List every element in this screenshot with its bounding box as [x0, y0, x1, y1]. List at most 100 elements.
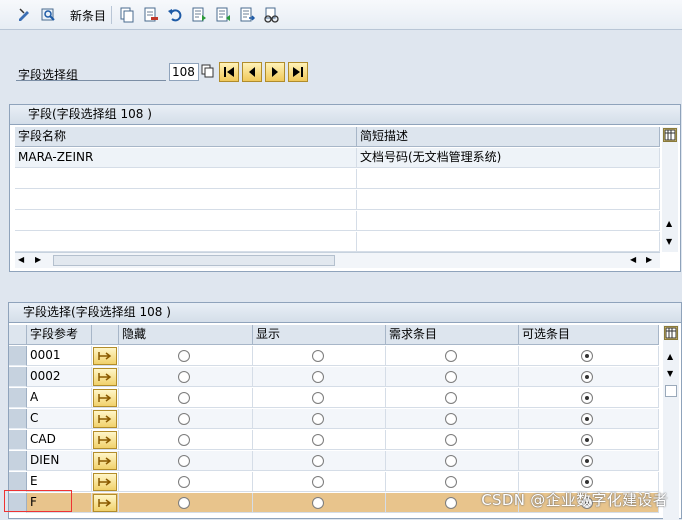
- col-header-display[interactable]: 显示: [253, 325, 386, 345]
- radio-selected[interactable]: [581, 455, 593, 467]
- col-header-short-desc[interactable]: 简短描述: [357, 127, 660, 147]
- previous-page-button[interactable]: [242, 62, 262, 82]
- field-ref-cell[interactable]: A: [27, 388, 92, 408]
- field-ref-detail-button[interactable]: [93, 389, 117, 407]
- radio-unselected[interactable]: [311, 497, 324, 509]
- row-selector[interactable]: [9, 346, 27, 366]
- field-ref-detail-button[interactable]: [93, 410, 117, 428]
- scroll-thumb[interactable]: [665, 385, 677, 397]
- selection-row[interactable]: DIEN: [9, 451, 659, 472]
- field-ref-cell[interactable]: C: [27, 409, 92, 429]
- col-header-required[interactable]: 需求条目: [386, 325, 519, 345]
- row-selector[interactable]: [9, 430, 27, 450]
- table-settings-icon[interactable]: [664, 326, 678, 340]
- first-page-button[interactable]: [219, 62, 239, 82]
- scroll-left-end-icon[interactable]: ◀: [630, 255, 636, 264]
- radio-unselected[interactable]: [444, 434, 457, 446]
- field-ref-detail-button[interactable]: [93, 452, 117, 470]
- radio-unselected[interactable]: [444, 392, 457, 404]
- radio-selected[interactable]: [581, 413, 593, 425]
- undo-icon[interactable]: [166, 6, 184, 24]
- scroll-thumb[interactable]: [53, 255, 335, 266]
- radio-unselected[interactable]: [311, 392, 324, 404]
- col-header-optional[interactable]: 可选条目: [519, 325, 659, 345]
- col-header-field-name[interactable]: 字段名称: [15, 127, 357, 147]
- radio-unselected[interactable]: [444, 497, 457, 509]
- field-ref-cell[interactable]: 0001: [27, 346, 92, 366]
- display-change-icon[interactable]: [16, 6, 34, 24]
- select-all-cell[interactable]: [9, 325, 27, 345]
- export-icon[interactable]: [238, 6, 256, 24]
- empty-cell[interactable]: [15, 190, 357, 210]
- radio-selected[interactable]: [581, 476, 593, 488]
- field-ref-detail-button[interactable]: [93, 431, 117, 449]
- row-selector[interactable]: [9, 367, 27, 387]
- field-ref-cell[interactable]: E: [27, 472, 92, 492]
- selection-row[interactable]: C: [9, 409, 659, 430]
- radio-selected[interactable]: [581, 392, 593, 404]
- selection-row[interactable]: 0001: [9, 346, 659, 367]
- fields-vertical-scrollbar[interactable]: ▲ ▼: [662, 127, 678, 252]
- fields-horizontal-scrollbar[interactable]: ◀ ▶ ◀ ▶: [15, 252, 660, 268]
- delete-icon[interactable]: [142, 6, 160, 24]
- empty-cell[interactable]: [357, 232, 660, 252]
- col-header-field-ref[interactable]: 字段参考: [27, 325, 92, 345]
- field-desc-cell[interactable]: 文档号码(无文档管理系统): [357, 148, 660, 168]
- col-header-hide[interactable]: 隐藏: [119, 325, 253, 345]
- field-ref-detail-button[interactable]: [93, 473, 117, 491]
- next-entry-icon[interactable]: [214, 6, 232, 24]
- scroll-down-icon[interactable]: ▼: [667, 369, 673, 378]
- radio-selected[interactable]: [581, 434, 593, 446]
- field-ref-cell[interactable]: DIEN: [27, 451, 92, 471]
- radio-unselected[interactable]: [311, 434, 324, 446]
- scroll-right-icon[interactable]: ▶: [35, 255, 41, 264]
- radio-selected[interactable]: [581, 350, 593, 362]
- scroll-down-icon[interactable]: ▼: [666, 237, 672, 246]
- field-ref-detail-button[interactable]: [93, 494, 117, 512]
- radio-unselected[interactable]: [444, 350, 457, 362]
- radio-unselected[interactable]: [311, 371, 324, 383]
- field-ref-detail-button[interactable]: [93, 347, 117, 365]
- empty-cell[interactable]: [357, 190, 660, 210]
- selection-row[interactable]: CAD: [9, 430, 659, 451]
- next-page-button[interactable]: [265, 62, 285, 82]
- radio-unselected[interactable]: [311, 455, 324, 467]
- selection-row[interactable]: 0002: [9, 367, 659, 388]
- last-page-button[interactable]: [288, 62, 308, 82]
- table-settings-icon[interactable]: [663, 128, 677, 142]
- radio-unselected[interactable]: [178, 476, 190, 488]
- row-selector[interactable]: [9, 451, 27, 471]
- field-ref-detail-button[interactable]: [93, 368, 117, 386]
- radio-selected[interactable]: [581, 371, 593, 383]
- radio-unselected[interactable]: [178, 371, 190, 383]
- radio-unselected[interactable]: [178, 350, 190, 362]
- empty-cell[interactable]: [15, 211, 357, 231]
- find-icon[interactable]: [40, 6, 58, 24]
- radio-unselected[interactable]: [178, 497, 190, 509]
- radio-unselected[interactable]: [311, 350, 324, 362]
- row-selector[interactable]: [9, 388, 27, 408]
- field-ref-cell[interactable]: CAD: [27, 430, 92, 450]
- scroll-right-end-icon[interactable]: ▶: [646, 255, 652, 264]
- field-name-cell[interactable]: MARA-ZEINR: [15, 148, 357, 168]
- scroll-up-icon[interactable]: ▲: [667, 352, 673, 361]
- empty-cell[interactable]: [15, 232, 357, 252]
- radio-unselected[interactable]: [178, 392, 190, 404]
- radio-unselected[interactable]: [311, 413, 324, 425]
- field-group-input[interactable]: 108: [169, 63, 199, 81]
- radio-unselected[interactable]: [178, 413, 190, 425]
- selection-row[interactable]: A: [9, 388, 659, 409]
- row-selector[interactable]: [9, 472, 27, 492]
- row-selector[interactable]: [9, 409, 27, 429]
- glasses-icon[interactable]: [262, 6, 280, 24]
- copy-value-icon[interactable]: [201, 64, 215, 78]
- new-entries-button[interactable]: 新条目: [70, 7, 106, 24]
- copy-icon[interactable]: [118, 6, 136, 24]
- prev-entry-icon[interactable]: [190, 6, 208, 24]
- radio-unselected[interactable]: [444, 476, 457, 488]
- radio-unselected[interactable]: [444, 413, 457, 425]
- empty-cell[interactable]: [357, 169, 660, 189]
- empty-cell[interactable]: [15, 169, 357, 189]
- radio-unselected[interactable]: [178, 455, 190, 467]
- radio-unselected[interactable]: [178, 434, 190, 446]
